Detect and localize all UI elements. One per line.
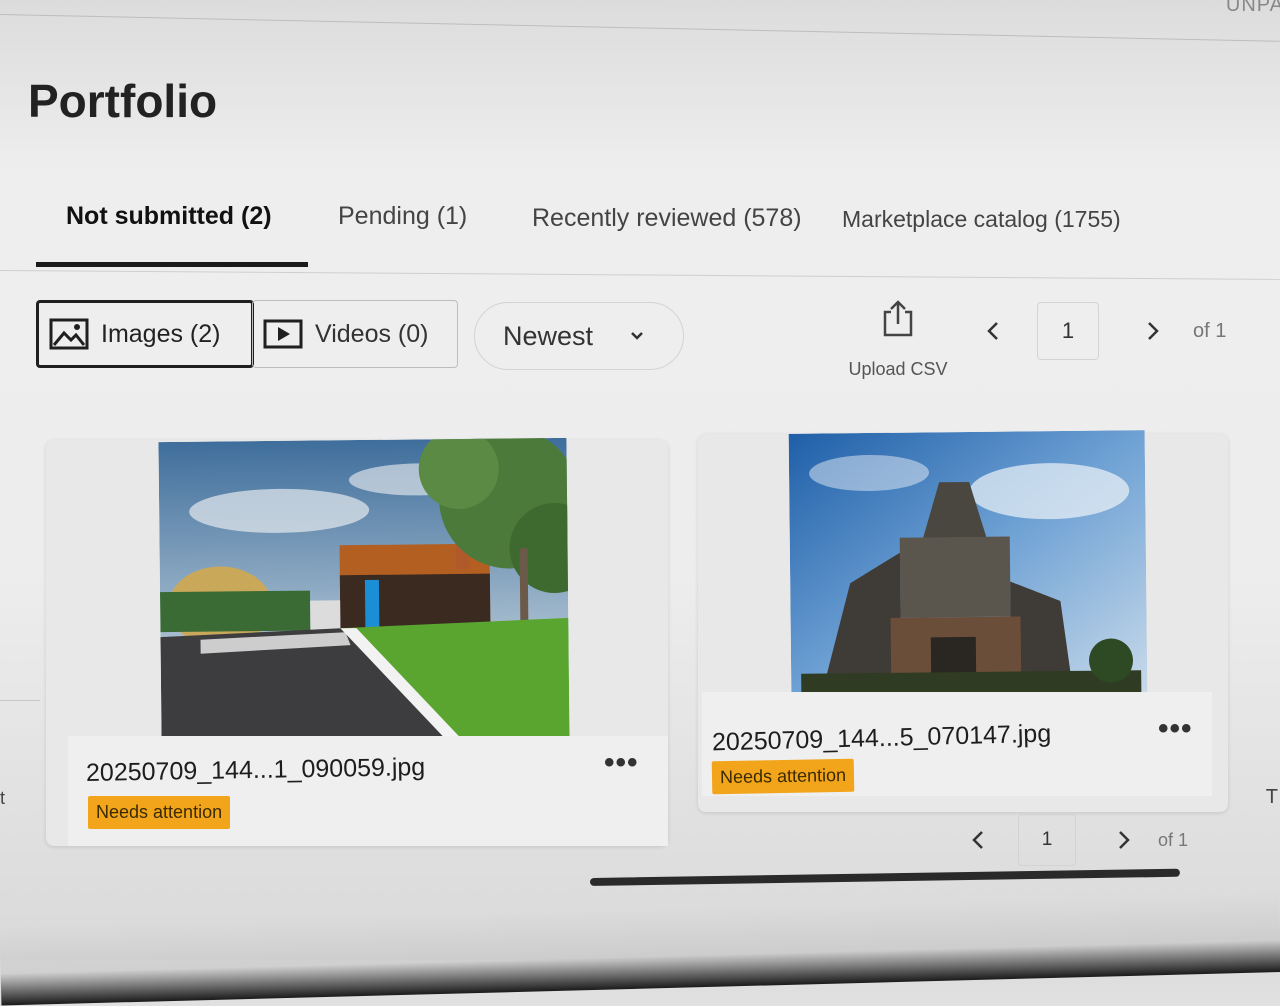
images-filter-button[interactable]: Images (2) <box>36 300 254 368</box>
tab-marketplace-catalog[interactable]: Marketplace catalog (1755) <box>842 206 1121 233</box>
corner-label: UNPA <box>1225 0 1280 16</box>
asset-thumbnail[interactable] <box>158 437 570 743</box>
status-badge: Needs attention <box>88 796 231 829</box>
tab-not-submitted[interactable]: Not submitted (2) <box>66 202 272 231</box>
pagination-bottom: 1 of 1 <box>960 814 1188 866</box>
window-top-border <box>0 14 1280 42</box>
active-tab-indicator <box>36 262 308 267</box>
chevron-down-icon <box>629 330 645 342</box>
asset-filename: 20250709_144...1_090059.jpg <box>85 753 426 787</box>
tab-bar: Not submitted (2) Pending (1) Recently r… <box>0 190 1280 280</box>
status-badge: Needs attention <box>711 758 855 795</box>
right-edge-text: T <box>1265 786 1278 808</box>
tab-pending[interactable]: Pending (1) <box>338 202 467 231</box>
asset-card[interactable]: 20250709_144...1_090059.jpg ••• Needs at… <box>46 437 668 846</box>
page-number-input[interactable]: 1 <box>1018 814 1076 866</box>
page-title: Portfolio <box>28 75 218 127</box>
chevron-right-icon <box>1119 831 1130 849</box>
left-edge-text: it <box>0 788 5 808</box>
asset-info <box>68 736 668 846</box>
chevron-left-icon <box>987 322 998 340</box>
upload-csv-label: Upload CSV <box>848 359 948 379</box>
next-page-button[interactable] <box>1135 313 1171 349</box>
page-count-label: of 1 <box>1158 829 1189 850</box>
videos-filter-label: Videos (0) <box>315 319 429 348</box>
chevron-left-icon <box>972 831 983 849</box>
page-number-input[interactable]: 1 <box>1037 302 1099 360</box>
next-page-button[interactable] <box>1106 822 1142 858</box>
images-filter-label: Images (2) <box>101 319 221 348</box>
videos-filter-button[interactable]: Videos (0) <box>252 300 458 368</box>
asset-thumbnail[interactable] <box>788 430 1148 696</box>
prev-page-button[interactable] <box>960 822 996 858</box>
sort-value: Newest <box>503 320 594 351</box>
horizontal-scrollbar[interactable] <box>589 868 1180 886</box>
video-icon <box>263 319 303 349</box>
image-icon <box>49 318 89 350</box>
chevron-right-icon <box>1148 322 1159 340</box>
upload-csv-button[interactable]: Upload CSV <box>842 298 954 380</box>
page-count-label: of 1 <box>1193 319 1227 342</box>
tab-recently-reviewed[interactable]: Recently reviewed (578) <box>532 204 802 233</box>
pagination-top: 1 of 1 <box>975 302 1226 360</box>
more-options-icon[interactable]: ••• <box>1158 714 1193 744</box>
more-options-icon[interactable]: ••• <box>604 748 639 778</box>
tab-divider <box>0 270 1280 280</box>
asset-card[interactable]: 20250709_144...5_070147.jpg ••• Needs at… <box>698 430 1228 812</box>
prev-page-button[interactable] <box>975 313 1011 349</box>
screen-bezel <box>0 892 1280 1006</box>
upload-icon <box>881 300 915 342</box>
left-divider <box>0 700 40 701</box>
sort-select[interactable]: Newest <box>474 302 684 370</box>
